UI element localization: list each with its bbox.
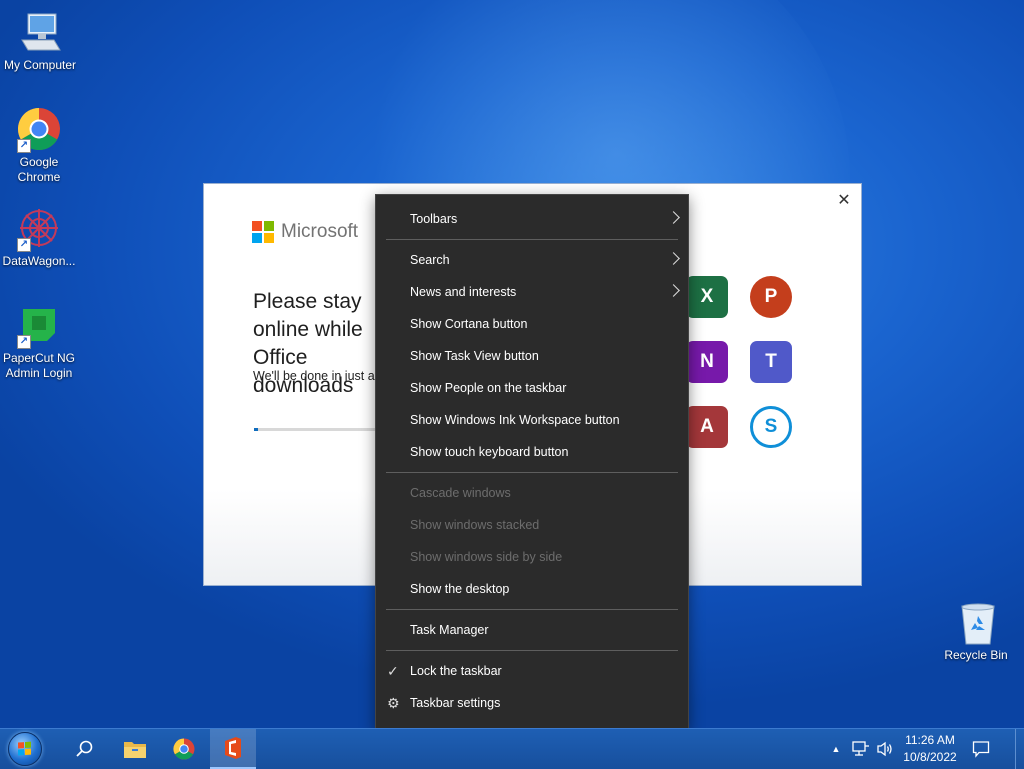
clock-time: 11:26 AM [905, 733, 955, 747]
desktop-icon-label: DataWagon... [2, 254, 76, 268]
office-icon [225, 737, 241, 759]
menu-divider [386, 609, 678, 610]
taskbar-context-menu: Toolbars Search News and interests Show … [375, 194, 689, 730]
chevron-right-icon [667, 252, 680, 265]
checkmark-icon: ✓ [387, 663, 399, 679]
menu-divider [386, 650, 678, 651]
show-desktop-button[interactable] [1015, 729, 1024, 769]
clock-date: 10/8/2022 [903, 750, 957, 764]
install-progress-fill [254, 428, 258, 431]
network-tray-button[interactable] [850, 729, 872, 769]
show-hidden-icons-button[interactable]: ▲ [828, 729, 844, 769]
menu-item-lock-taskbar[interactable]: ✓ Lock the taskbar [376, 655, 688, 687]
desktop-icon-papercut[interactable]: ↗ PaperCut NG Admin Login [0, 303, 79, 381]
network-icon [852, 741, 869, 756]
desktop-icon-google-chrome[interactable]: ↗ Google Chrome [0, 107, 79, 185]
chrome-button[interactable] [161, 729, 207, 769]
menu-item-windows-stacked: Show windows stacked [410, 518, 540, 532]
teams-icon: T [750, 341, 792, 383]
start-button[interactable] [2, 729, 48, 769]
chevron-right-icon [667, 284, 680, 297]
access-icon: A [686, 406, 728, 448]
recycle-bin-icon [959, 602, 995, 645]
desktop-icon-recycle-bin[interactable]: Recycle Bin [940, 602, 1012, 662]
menu-item-cascade-windows: Cascade windows [410, 486, 511, 500]
recycle-bin-label: Recycle Bin [944, 648, 1008, 662]
action-center-button[interactable] [968, 729, 994, 769]
shortcut-arrow-icon: ↗ [17, 139, 31, 153]
menu-item-toolbars[interactable]: Toolbars [376, 203, 688, 235]
chrome-icon [173, 738, 195, 760]
installer-subtitle: We'll be done in just a moment. [253, 369, 375, 383]
papercut-icon: ↗ [17, 303, 61, 349]
menu-item-search[interactable]: Search [376, 244, 688, 276]
menu-item-show-people[interactable]: Show People on the taskbar [376, 372, 688, 404]
microsoft-logo: Microsoft [252, 221, 358, 243]
desktop-icon-datawagon[interactable]: ↗ DataWagon... [0, 206, 79, 269]
brand-name: Microsoft [281, 221, 359, 242]
chevron-up-icon: ▲ [831, 744, 841, 754]
volume-tray-button[interactable] [874, 729, 896, 769]
menu-divider [386, 472, 678, 473]
onenote-icon: N [686, 341, 728, 383]
powerpoint-icon: P [750, 276, 792, 318]
desktop-icon-label: My Computer [3, 58, 77, 72]
desktop-icon-label: Google Chrome [17, 155, 61, 184]
installer-title: Please stay online while Office download… [253, 290, 363, 397]
menu-item-show-desktop[interactable]: Show the desktop [376, 573, 688, 605]
shortcut-arrow-icon: ↗ [17, 238, 31, 252]
menu-item-show-touch-keyboard[interactable]: Show touch keyboard button [376, 436, 688, 468]
shortcut-arrow-icon: ↗ [17, 335, 31, 349]
menu-item-taskbar-settings[interactable]: ⚙ Taskbar settings [376, 687, 688, 719]
taskbar-clock[interactable]: 11:26 AM 10/8/2022 [896, 732, 964, 766]
folder-icon [124, 742, 146, 758]
skype-icon: S [750, 406, 792, 448]
install-progress-bar [254, 428, 375, 431]
menu-item-show-ink-workspace[interactable]: Show Windows Ink Workspace button [376, 404, 688, 436]
menu-item-show-cortana[interactable]: Show Cortana button [376, 308, 688, 340]
file-explorer-button[interactable] [112, 729, 158, 769]
datawagon-icon: ↗ [17, 206, 61, 252]
menu-divider [386, 239, 678, 240]
desktop-icon-my-computer[interactable]: My Computer [0, 10, 80, 73]
taskbar: ▲ 11:26 AM 10/8/2022 [0, 728, 1024, 769]
desktop-icon-label: PaperCut NG Admin Login [2, 351, 76, 380]
speaker-icon [877, 741, 892, 757]
search-icon [76, 740, 93, 757]
close-icon[interactable]: ✕ [835, 192, 853, 210]
excel-icon: X [686, 276, 728, 318]
windows-logo-icon [8, 732, 42, 766]
computer-icon [18, 10, 62, 54]
search-button[interactable] [62, 729, 108, 769]
menu-item-task-manager[interactable]: Task Manager [376, 614, 688, 646]
menu-item-windows-side-by-side: Show windows side by side [410, 550, 563, 564]
notification-icon [972, 741, 990, 758]
microsoft-squares-icon [252, 221, 274, 243]
chevron-right-icon [667, 211, 680, 224]
office-button[interactable] [210, 729, 256, 769]
menu-item-news-and-interests[interactable]: News and interests [376, 276, 688, 308]
chrome-icon: ↗ [17, 107, 61, 153]
gear-icon: ⚙ [387, 695, 400, 711]
menu-item-show-task-view[interactable]: Show Task View button [376, 340, 688, 372]
